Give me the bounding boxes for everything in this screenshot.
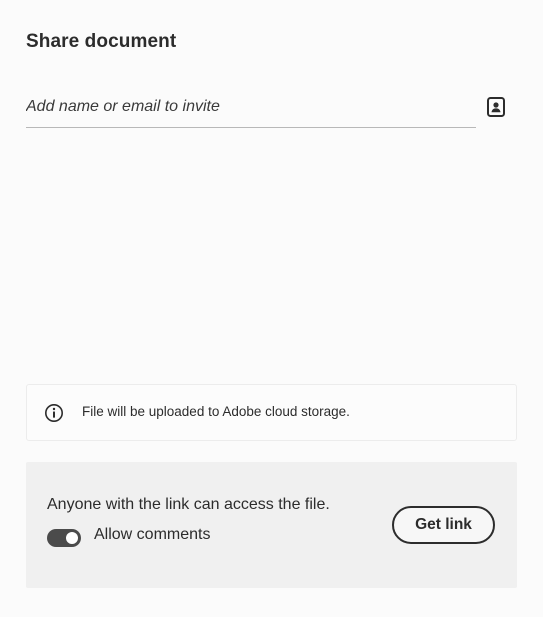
get-link-button[interactable]: Get link	[392, 506, 495, 544]
invite-input[interactable]	[26, 94, 466, 120]
info-icon	[44, 403, 64, 423]
address-book-icon[interactable]	[485, 96, 507, 118]
link-sharing-section: Anyone with the link can access the file…	[26, 462, 517, 588]
allow-comments-label: Allow comments	[94, 526, 211, 543]
share-dialog: Share document File will be uploaded to …	[0, 0, 543, 617]
allow-comments-toggle[interactable]	[47, 529, 81, 547]
dialog-title: Share document	[26, 31, 177, 52]
upload-info-text: File will be uploaded to Adobe cloud sto…	[82, 404, 350, 419]
toggle-knob	[66, 532, 78, 544]
link-access-description: Anyone with the link can access the file…	[47, 496, 330, 513]
upload-info-banner: File will be uploaded to Adobe cloud sto…	[26, 384, 517, 441]
invite-field-row	[26, 90, 476, 128]
